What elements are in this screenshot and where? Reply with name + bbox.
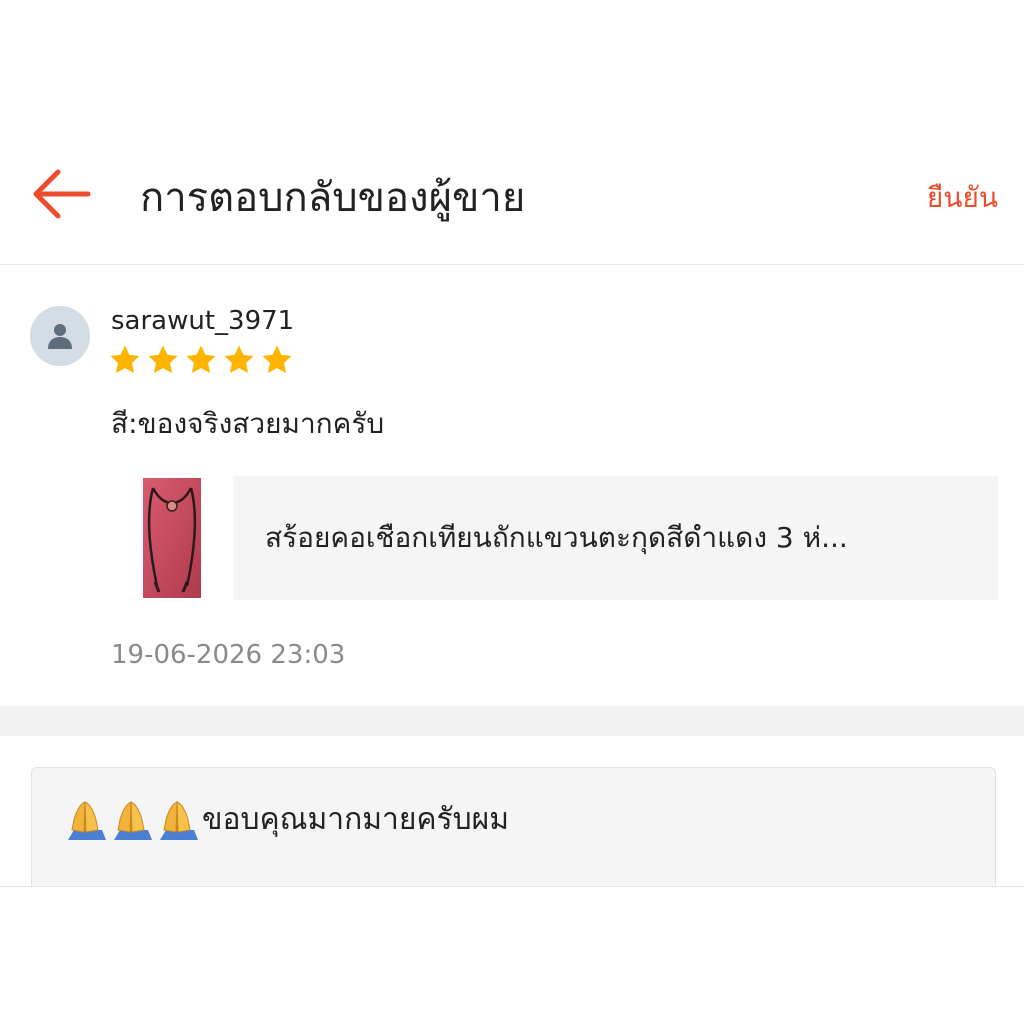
- product-name: สร้อยคอเชือกเทียนถักแขวนตะกุดสีดำแดง 3 ห…: [265, 521, 848, 554]
- page-title: การตอบกลับของผู้ขาย: [140, 175, 526, 221]
- product-card[interactable]: สร้อยคอเชือกเทียนถักแขวนตะกุดสีดำแดง 3 ห…: [111, 476, 998, 600]
- seller-reply: ขอบคุณมากมายครับผม: [62, 798, 509, 842]
- folded-hands-icon: [114, 801, 152, 840]
- star-icon: [224, 345, 254, 374]
- folded-hands-icon: [68, 801, 106, 840]
- reviewer-username: sarawut_3971: [111, 306, 295, 336]
- necklace-image-icon: [143, 478, 201, 598]
- star-icon: [110, 345, 140, 374]
- star-rating: [108, 343, 294, 377]
- review-timestamp: 19-06-2026 23:03: [111, 640, 346, 670]
- section-divider: [0, 706, 1024, 736]
- seller-reply-screen: การตอบกลับของผู้ขาย ยืนยัน sarawut_3971 …: [0, 0, 1024, 1024]
- user-icon: [48, 324, 72, 349]
- avatar: [30, 306, 90, 366]
- pray-emoji-group: [62, 798, 200, 842]
- arrow-left-icon: [33, 169, 91, 219]
- back-button[interactable]: [30, 168, 92, 220]
- star-icon: [186, 345, 216, 374]
- folded-hands-icon: [160, 801, 198, 840]
- header-bar: การตอบกลับของผู้ขาย ยืนยัน: [0, 130, 1024, 265]
- review-comment: สี:ของจริงสวยมากครับ: [111, 407, 385, 440]
- star-icon: [148, 345, 178, 374]
- seller-reply-text: ขอบคุณมากมายครับผม: [202, 802, 510, 837]
- star-icon: [262, 345, 292, 374]
- confirm-button[interactable]: ยืนยัน: [927, 178, 998, 218]
- product-thumbnail: [111, 476, 233, 600]
- page-bottom-area: [0, 886, 1024, 1024]
